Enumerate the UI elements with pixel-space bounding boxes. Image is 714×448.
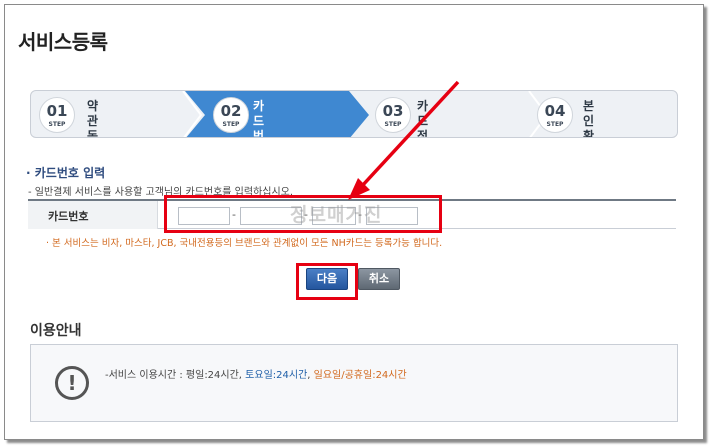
usage-hours-holiday: 일요일/공휴일:24시간 [313,370,407,381]
usage-hours-text: -서비스 이용시간 : 평일:24시간, 토요일:24시간, 일요일/공휴일:2… [105,366,407,381]
cancel-button[interactable]: 취소 [358,268,400,290]
usage-hours-saturday: 토요일:24시간 [245,370,308,381]
next-button[interactable]: 다음 [306,268,348,290]
usage-info-box: ! -서비스 이용시간 : 평일:24시간, 토요일:24시간, 일요일/공휴일… [30,344,678,422]
usage-hours-weekday: -서비스 이용시간 : 평일:24시간, [105,370,246,381]
exclamation-circle-icon: ! [55,366,89,400]
usage-info-title: 이용안내 [30,323,82,339]
